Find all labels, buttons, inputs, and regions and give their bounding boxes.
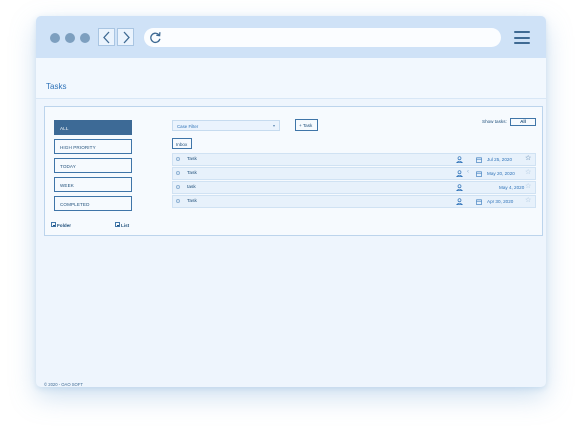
forward-button[interactable]	[117, 28, 134, 46]
task-name: Task	[187, 171, 197, 176]
chevron-right-icon	[123, 31, 130, 44]
user-icon[interactable]	[456, 170, 463, 177]
add-folder-button[interactable]: Folder	[51, 222, 72, 228]
user-icon[interactable]	[456, 198, 463, 205]
browser-window: Tasks ALL HIGH PRIORITY TODAY WEEK COMPL…	[36, 16, 546, 387]
add-list-label: List	[121, 223, 130, 228]
task-checkbox[interactable]	[176, 199, 180, 203]
plus-icon	[51, 222, 56, 228]
page-title: Tasks	[46, 82, 67, 91]
browser-toolbar	[36, 16, 546, 58]
task-name: Task	[187, 199, 197, 204]
task-due-date: Apr 30, 2020	[487, 199, 514, 204]
add-list-button[interactable]: List	[115, 222, 130, 228]
back-button[interactable]	[98, 28, 115, 46]
case-filter-select[interactable]: Case Filter ▾	[172, 120, 280, 131]
window-dot-icon[interactable]	[80, 33, 90, 43]
task-row[interactable]: Task ‹ May 20, 2020 ☆	[172, 167, 536, 180]
window-dot-icon[interactable]	[65, 33, 75, 43]
calendar-icon[interactable]	[476, 171, 482, 177]
task-checkbox[interactable]	[176, 185, 180, 189]
star-icon[interactable]: ☆	[525, 155, 531, 163]
show-tasks-label: Show tasks:	[482, 119, 507, 124]
case-filter-placeholder: Case Filter	[177, 123, 199, 129]
filter-today-button[interactable]: TODAY	[54, 158, 132, 173]
task-row[interactable]: task May 4, 2020 ☆	[172, 181, 536, 194]
address-bar[interactable]	[144, 28, 501, 47]
page-header: Tasks	[36, 58, 546, 99]
filter-high-priority-button[interactable]: HIGH PRIORITY	[54, 139, 132, 154]
star-icon[interactable]: ☆	[525, 197, 531, 205]
show-all-toggle[interactable]: All	[510, 118, 536, 126]
chevron-left-icon[interactable]: ‹	[467, 169, 469, 175]
window-dot-icon[interactable]	[50, 33, 60, 43]
task-name: Task	[187, 157, 197, 162]
add-folder-label: Folder	[57, 223, 72, 228]
plus-icon	[115, 222, 120, 228]
tasks-panel: ALL HIGH PRIORITY TODAY WEEK COMPLETED F…	[44, 106, 543, 236]
calendar-icon[interactable]	[476, 199, 482, 205]
filter-all-button[interactable]: ALL	[54, 120, 132, 135]
chevron-left-icon	[103, 31, 110, 44]
task-row[interactable]: Task Jul 25, 2020 ☆	[172, 153, 536, 166]
task-row[interactable]: Task Apr 30, 2020 ☆	[172, 195, 536, 208]
task-checkbox[interactable]	[176, 157, 180, 161]
inbox-button[interactable]: Inbox	[172, 138, 192, 149]
star-icon[interactable]: ☆	[525, 169, 531, 177]
hamburger-menu-icon[interactable]	[514, 31, 530, 44]
user-icon[interactable]	[456, 184, 463, 191]
reload-icon[interactable]	[149, 31, 162, 44]
user-icon[interactable]	[456, 156, 463, 163]
calendar-icon[interactable]	[476, 157, 482, 163]
add-task-button[interactable]: + Task	[295, 119, 318, 131]
task-checkbox[interactable]	[176, 171, 180, 175]
task-due-date: May 4, 2020	[499, 185, 525, 190]
filter-completed-button[interactable]: COMPLETED	[54, 196, 132, 211]
task-name: task	[187, 185, 196, 190]
task-due-date: May 20, 2020	[487, 171, 515, 176]
filter-week-button[interactable]: WEEK	[54, 177, 132, 192]
chevron-down-icon: ▾	[272, 123, 275, 128]
footer-copyright: © 2020 - OAO SOFT	[44, 382, 83, 387]
task-due-date: Jul 25, 2020	[487, 157, 513, 162]
star-icon[interactable]: ☆	[525, 183, 531, 191]
